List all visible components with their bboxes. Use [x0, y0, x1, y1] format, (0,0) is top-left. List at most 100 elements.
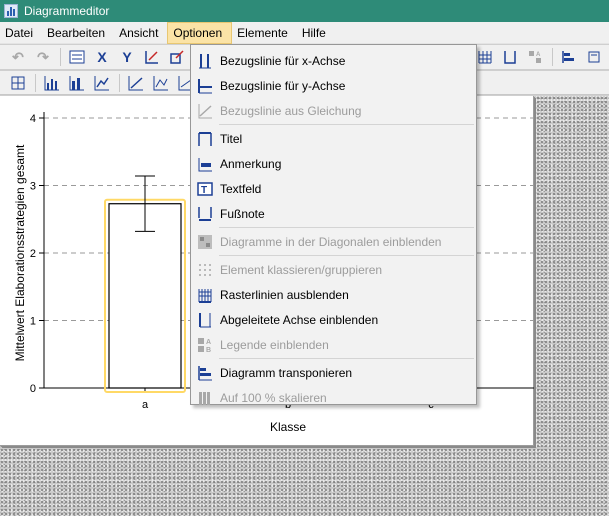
- menu-item-diagonal-charts: Diagramme in der Diagonalen einblenden: [193, 229, 474, 254]
- derived-axis-toolbar-icon[interactable]: [500, 47, 520, 67]
- data-labels-icon[interactable]: [8, 73, 28, 93]
- stacked-bar-graphic: [69, 75, 84, 90]
- svg-text:A: A: [536, 52, 541, 58]
- optionen-dropdown-menu: Bezugslinie für x-Achse Bezugslinie für y…: [190, 44, 477, 405]
- menu-item-transpose[interactable]: Diagramm transponieren: [193, 360, 474, 385]
- zoom-icon-graphic: [170, 50, 184, 64]
- svg-text:B: B: [206, 347, 211, 353]
- menu-item-label: Auf 100 % skalieren: [220, 390, 327, 405]
- diagonal-charts-icon: [197, 234, 213, 250]
- legend-toolbar-icon[interactable]: A: [525, 47, 545, 67]
- menu-item-label: Fußnote: [220, 206, 265, 221]
- y-tick-label: 4: [30, 113, 36, 125]
- fit-line-graphic: [128, 75, 143, 90]
- transpose-toolbar-graphic: [562, 51, 574, 63]
- y-tick-label: 2: [30, 248, 36, 260]
- menu-item-label: Element klassieren/gruppieren: [220, 262, 383, 277]
- bar-chart-icon[interactable]: [42, 73, 62, 93]
- menu-datei[interactable]: Datei: [0, 22, 42, 44]
- textbox-icon: T: [197, 181, 213, 197]
- menu-item-label: Titel: [220, 131, 243, 146]
- menu-item-bin-group: Element klassieren/gruppieren: [193, 257, 474, 282]
- menu-hilfe[interactable]: Hilfe: [297, 22, 335, 44]
- menu-separator: [219, 358, 474, 359]
- x-axis-icon[interactable]: X: [92, 47, 112, 67]
- fit-line-icon[interactable]: [126, 73, 146, 93]
- gridlines-icon: [197, 287, 213, 303]
- footnote-icon: [197, 206, 213, 222]
- menu-item-label: Bezugslinie für x-Achse: [220, 53, 346, 68]
- gridlines-toolbar-graphic: [478, 51, 492, 64]
- title-icon: [197, 131, 213, 147]
- menu-separator: [219, 227, 474, 228]
- toolbar-separator: [119, 73, 120, 92]
- undo-icon[interactable]: ↶: [8, 47, 28, 67]
- menu-item-label: Diagramm transponieren: [220, 365, 353, 380]
- y-tick-label: 3: [30, 181, 36, 193]
- interpolation-icon[interactable]: [151, 73, 171, 93]
- toolbar-separator: [60, 48, 61, 66]
- bar-layer[interactable]: [104, 175, 186, 393]
- app-icon: [4, 4, 18, 18]
- properties-icon-graphic: [69, 50, 85, 64]
- y-axis-icon[interactable]: Y: [117, 47, 137, 67]
- menu-item-label: Textfeld: [220, 181, 262, 196]
- menu-ansicht[interactable]: Ansicht: [114, 22, 167, 44]
- menu-item-title[interactable]: Titel: [193, 126, 474, 151]
- equation-line-icon: [197, 103, 213, 119]
- toolbar-separator: [35, 73, 36, 92]
- y-reference-line-icon: [197, 78, 213, 94]
- menu-item-label: Legende einblenden: [220, 337, 329, 352]
- x-tick-label: a: [142, 399, 149, 411]
- bin-group-icon: [197, 262, 213, 278]
- menu-item-equation-line: Bezugslinie aus Gleichung: [193, 98, 474, 123]
- x-axis-label: Klasse: [270, 420, 306, 434]
- toolbar-right-group: A: [475, 45, 609, 69]
- properties-icon[interactable]: [67, 47, 87, 67]
- menu-item-label: Diagramme in der Diagonalen einblenden: [220, 234, 442, 249]
- menu-bearbeiten[interactable]: Bearbeiten: [42, 22, 114, 44]
- rescale-icon[interactable]: [142, 47, 162, 67]
- menu-item-label: Anmerkung: [220, 156, 282, 171]
- menu-item-x-reference-line[interactable]: Bezugslinie für x-Achse: [193, 48, 474, 73]
- y-tick-label: 1: [30, 316, 36, 328]
- menu-optionen[interactable]: Optionen: [167, 21, 233, 44]
- data-labels-graphic: [11, 76, 25, 89]
- window-title: Diagrammeditor: [24, 4, 110, 18]
- menu-item-derived-axis[interactable]: Abgeleitete Achse einblenden: [193, 307, 474, 332]
- redo-icon[interactable]: ↷: [33, 47, 53, 67]
- legend-icon: AB: [197, 337, 213, 353]
- menu-item-gridlines[interactable]: Rasterlinien ausblenden: [193, 282, 474, 307]
- title-bar: Diagrammeditor: [0, 0, 609, 22]
- menu-separator: [219, 124, 474, 125]
- menu-item-y-reference-line[interactable]: Bezugslinie für y-Achse: [193, 73, 474, 98]
- chart-type-toolbar-icon[interactable]: [584, 47, 604, 67]
- menu-separator: [219, 255, 474, 256]
- menu-item-footnote[interactable]: Fußnote: [193, 201, 474, 226]
- menu-item-label: Abgeleitete Achse einblenden: [220, 312, 379, 327]
- menu-item-label: Bezugslinie für y-Achse: [220, 78, 346, 93]
- toolbar-separator: [552, 48, 553, 66]
- menu-item-scale-100: Auf 100 % skalieren: [193, 385, 474, 410]
- annotation-icon: [197, 156, 213, 172]
- x-reference-line-icon: [197, 53, 213, 69]
- chart-type-toolbar-graphic: [588, 51, 600, 63]
- zoom-icon[interactable]: [167, 47, 187, 67]
- legend-toolbar-graphic: A: [529, 51, 541, 63]
- menu-bar: Datei Bearbeiten Ansicht Optionen Elemen…: [0, 21, 609, 44]
- rescale-icon-graphic: [145, 51, 158, 64]
- line-chart-icon[interactable]: [92, 73, 112, 93]
- gridlines-toolbar-icon[interactable]: [475, 47, 495, 67]
- svg-text:A: A: [206, 339, 211, 346]
- menu-item-legend: A B Legende einblenden: [193, 332, 474, 357]
- scale-100-icon: [197, 390, 213, 406]
- menu-elemente[interactable]: Elemente: [232, 22, 297, 44]
- menu-item-annotation[interactable]: Anmerkung: [193, 151, 474, 176]
- line-chart-graphic: [94, 75, 109, 90]
- menu-item-textbox[interactable]: T Textfeld: [193, 176, 474, 201]
- transpose-icon: [197, 365, 213, 381]
- stacked-bar-icon[interactable]: [67, 73, 87, 93]
- bar-chart-graphic: [44, 75, 59, 90]
- svg-text:T: T: [201, 185, 207, 196]
- transpose-toolbar-icon[interactable]: [559, 47, 579, 67]
